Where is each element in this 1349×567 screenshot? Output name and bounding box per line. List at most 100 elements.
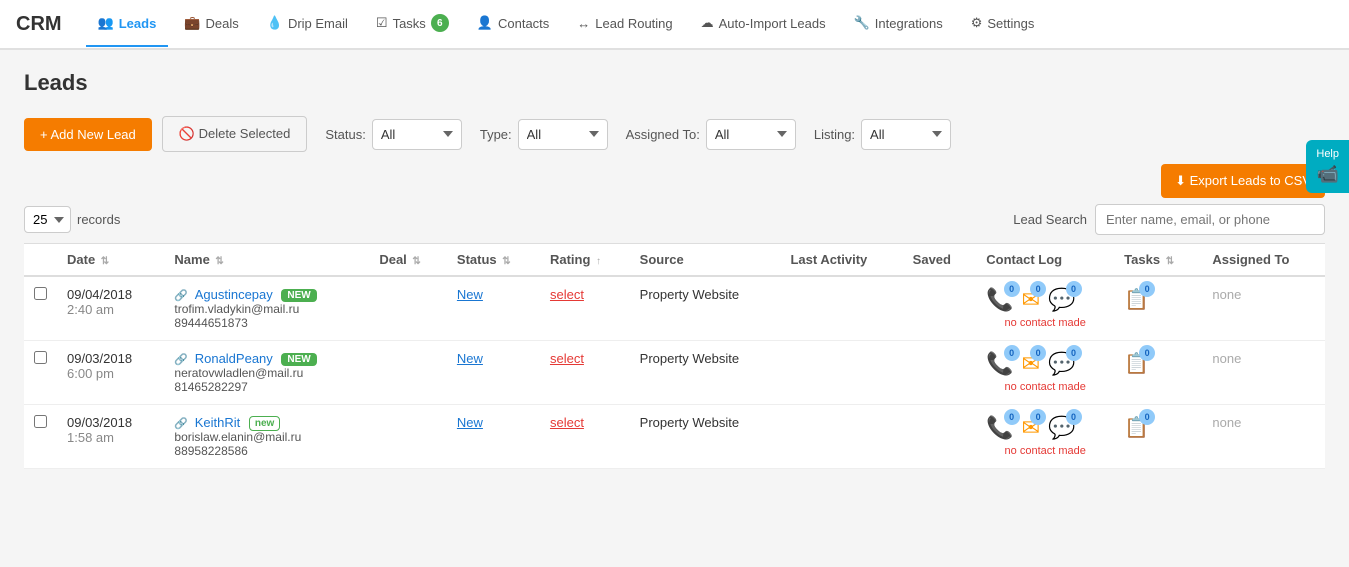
- help-button[interactable]: Help 📹: [1306, 140, 1349, 193]
- lead-checkbox-1[interactable]: [34, 351, 47, 364]
- chat-contact-wrap-2[interactable]: 0 💬: [1048, 415, 1075, 441]
- lead-time: 6:00 pm: [67, 366, 114, 381]
- lead-status-link-1[interactable]: New: [457, 351, 483, 366]
- email-contact-wrap-0[interactable]: 0 ✉: [1022, 287, 1040, 313]
- type-filter-select[interactable]: All: [518, 119, 608, 150]
- status-filter-group: Status: All: [325, 119, 461, 150]
- col-status[interactable]: Status ⇅: [447, 244, 540, 277]
- nav-item-deals[interactable]: 💼 Deals: [172, 1, 250, 47]
- lead-date: 09/03/2018: [67, 351, 132, 366]
- row-status-0[interactable]: New: [447, 276, 540, 341]
- lead-status-link-2[interactable]: New: [457, 415, 483, 430]
- lead-email-1: neratovwladlen@mail.ru: [174, 366, 359, 380]
- nav-item-auto-import[interactable]: ☁ Auto-Import Leads: [689, 1, 838, 47]
- col-contact-log: Contact Log: [976, 244, 1114, 277]
- lead-checkbox-2[interactable]: [34, 415, 47, 428]
- phone-contact-wrap-1[interactable]: 0 📞: [986, 351, 1013, 377]
- col-last-activity: Last Activity: [780, 244, 902, 277]
- row-assigned-2: none: [1202, 405, 1325, 469]
- col-saved: Saved: [903, 244, 977, 277]
- nav-item-contacts[interactable]: 👤 Contacts: [465, 1, 562, 47]
- nav-item-tasks[interactable]: ☑ Tasks 6: [364, 0, 461, 48]
- email-count-0: 0: [1030, 281, 1046, 297]
- lead-name-link-1[interactable]: RonaldPeany: [195, 351, 273, 366]
- nav-item-leads[interactable]: 👥 Leads: [86, 1, 169, 47]
- row-assigned-0: none: [1202, 276, 1325, 341]
- lead-name-link-2[interactable]: KeithRit: [195, 415, 241, 430]
- col-date[interactable]: Date ⇅: [57, 244, 164, 277]
- row-rating-1[interactable]: select: [540, 341, 630, 405]
- lead-time: 2:40 am: [67, 302, 114, 317]
- col-rating[interactable]: Rating ↑: [540, 244, 630, 277]
- page-title: Leads: [24, 70, 1325, 96]
- nav-item-settings[interactable]: ⚙ Settings: [959, 1, 1047, 47]
- lead-name-link-0[interactable]: Agustincepay: [195, 287, 273, 302]
- per-page-select[interactable]: 25: [24, 206, 71, 233]
- help-label: Help: [1316, 148, 1339, 160]
- lead-rating-1[interactable]: select: [550, 351, 584, 366]
- lead-rating-2[interactable]: select: [550, 415, 584, 430]
- status-filter-select[interactable]: All: [372, 119, 462, 150]
- row-last-activity-2: [780, 405, 902, 469]
- video-icon: 📹: [1316, 164, 1338, 185]
- nav-label-auto-import: Auto-Import Leads: [719, 16, 826, 31]
- crm-logo: CRM: [16, 13, 62, 36]
- export-csv-button[interactable]: ⬇ Export Leads to CSV: [1161, 164, 1325, 198]
- row-saved-0: [903, 276, 977, 341]
- lead-rating-0[interactable]: select: [550, 287, 584, 302]
- leads-table: Date ⇅ Name ⇅ Deal ⇅ Status ⇅ Rating ↑ S…: [24, 243, 1325, 469]
- assigned-filter-select[interactable]: All: [706, 119, 796, 150]
- email-contact-wrap-1[interactable]: 0 ✉: [1022, 351, 1040, 377]
- chat-count-1: 0: [1066, 345, 1082, 361]
- row-name-0: 🔗 Agustincepay NEW trofim.vladykin@mail.…: [164, 276, 369, 341]
- tasks-wrap-1[interactable]: 0 📋: [1124, 351, 1149, 376]
- row-deal-2: [369, 405, 447, 469]
- row-date-0: 09/04/2018 2:40 am: [57, 276, 164, 341]
- row-checkbox-0[interactable]: [24, 276, 57, 341]
- listing-filter-group: Listing: All: [814, 119, 951, 150]
- lead-search-input[interactable]: [1095, 204, 1325, 235]
- phone-contact-wrap-0[interactable]: 0 📞: [986, 287, 1013, 313]
- row-tasks-0[interactable]: 0 📋: [1114, 276, 1202, 341]
- row-rating-2[interactable]: select: [540, 405, 630, 469]
- row-contact-log-2: 0 📞 0 ✉ 0 💬 no contact made: [976, 405, 1114, 469]
- col-tasks[interactable]: Tasks ⇅: [1114, 244, 1202, 277]
- phone-contact-wrap-2[interactable]: 0 📞: [986, 415, 1013, 441]
- col-deal[interactable]: Deal ⇅: [369, 244, 447, 277]
- add-new-lead-button[interactable]: + Add New Lead: [24, 118, 152, 151]
- row-contact-log-0: 0 📞 0 ✉ 0 💬 no contact made: [976, 276, 1114, 341]
- row-tasks-2[interactable]: 0 📋: [1114, 405, 1202, 469]
- row-tasks-1[interactable]: 0 📋: [1114, 341, 1202, 405]
- badge-new: NEW: [281, 289, 316, 302]
- email-contact-wrap-2[interactable]: 0 ✉: [1022, 415, 1040, 441]
- nav-label-leads: Leads: [119, 16, 157, 31]
- row-checkbox-1[interactable]: [24, 341, 57, 405]
- chat-contact-wrap-0[interactable]: 0 💬: [1048, 287, 1075, 313]
- row-checkbox-2[interactable]: [24, 405, 57, 469]
- integrations-icon: 🔧: [854, 15, 870, 31]
- row-status-1[interactable]: New: [447, 341, 540, 405]
- chat-contact-wrap-1[interactable]: 0 💬: [1048, 351, 1075, 377]
- tasks-wrap-0[interactable]: 0 📋: [1124, 287, 1149, 312]
- listing-filter-select[interactable]: All: [861, 119, 951, 150]
- lead-date: 09/03/2018: [67, 415, 132, 430]
- nav-item-integrations[interactable]: 🔧 Integrations: [842, 1, 955, 47]
- phone-count-0: 0: [1004, 281, 1020, 297]
- tasks-wrap-2[interactable]: 0 📋: [1124, 415, 1149, 440]
- assigned-value-1: none: [1212, 351, 1241, 366]
- nav-item-drip-email[interactable]: 💧 Drip Email: [255, 1, 360, 47]
- row-source-1: Property Website: [630, 341, 781, 405]
- deals-icon: 💼: [184, 15, 200, 31]
- nav-label-integrations: Integrations: [875, 16, 943, 31]
- lead-status-link-0[interactable]: New: [457, 287, 483, 302]
- lead-checkbox-0[interactable]: [34, 287, 47, 300]
- ext-link-icon: 🔗: [174, 354, 188, 366]
- delete-selected-button[interactable]: 🚫 Delete Selected: [162, 116, 308, 152]
- col-name[interactable]: Name ⇅: [164, 244, 369, 277]
- nav-item-lead-routing[interactable]: ↔ Lead Routing: [565, 2, 684, 47]
- row-rating-0[interactable]: select: [540, 276, 630, 341]
- tasks-nav-icon: ☑: [376, 15, 388, 31]
- chat-count-0: 0: [1066, 281, 1082, 297]
- auto-import-icon: ☁: [701, 15, 714, 31]
- row-status-2[interactable]: New: [447, 405, 540, 469]
